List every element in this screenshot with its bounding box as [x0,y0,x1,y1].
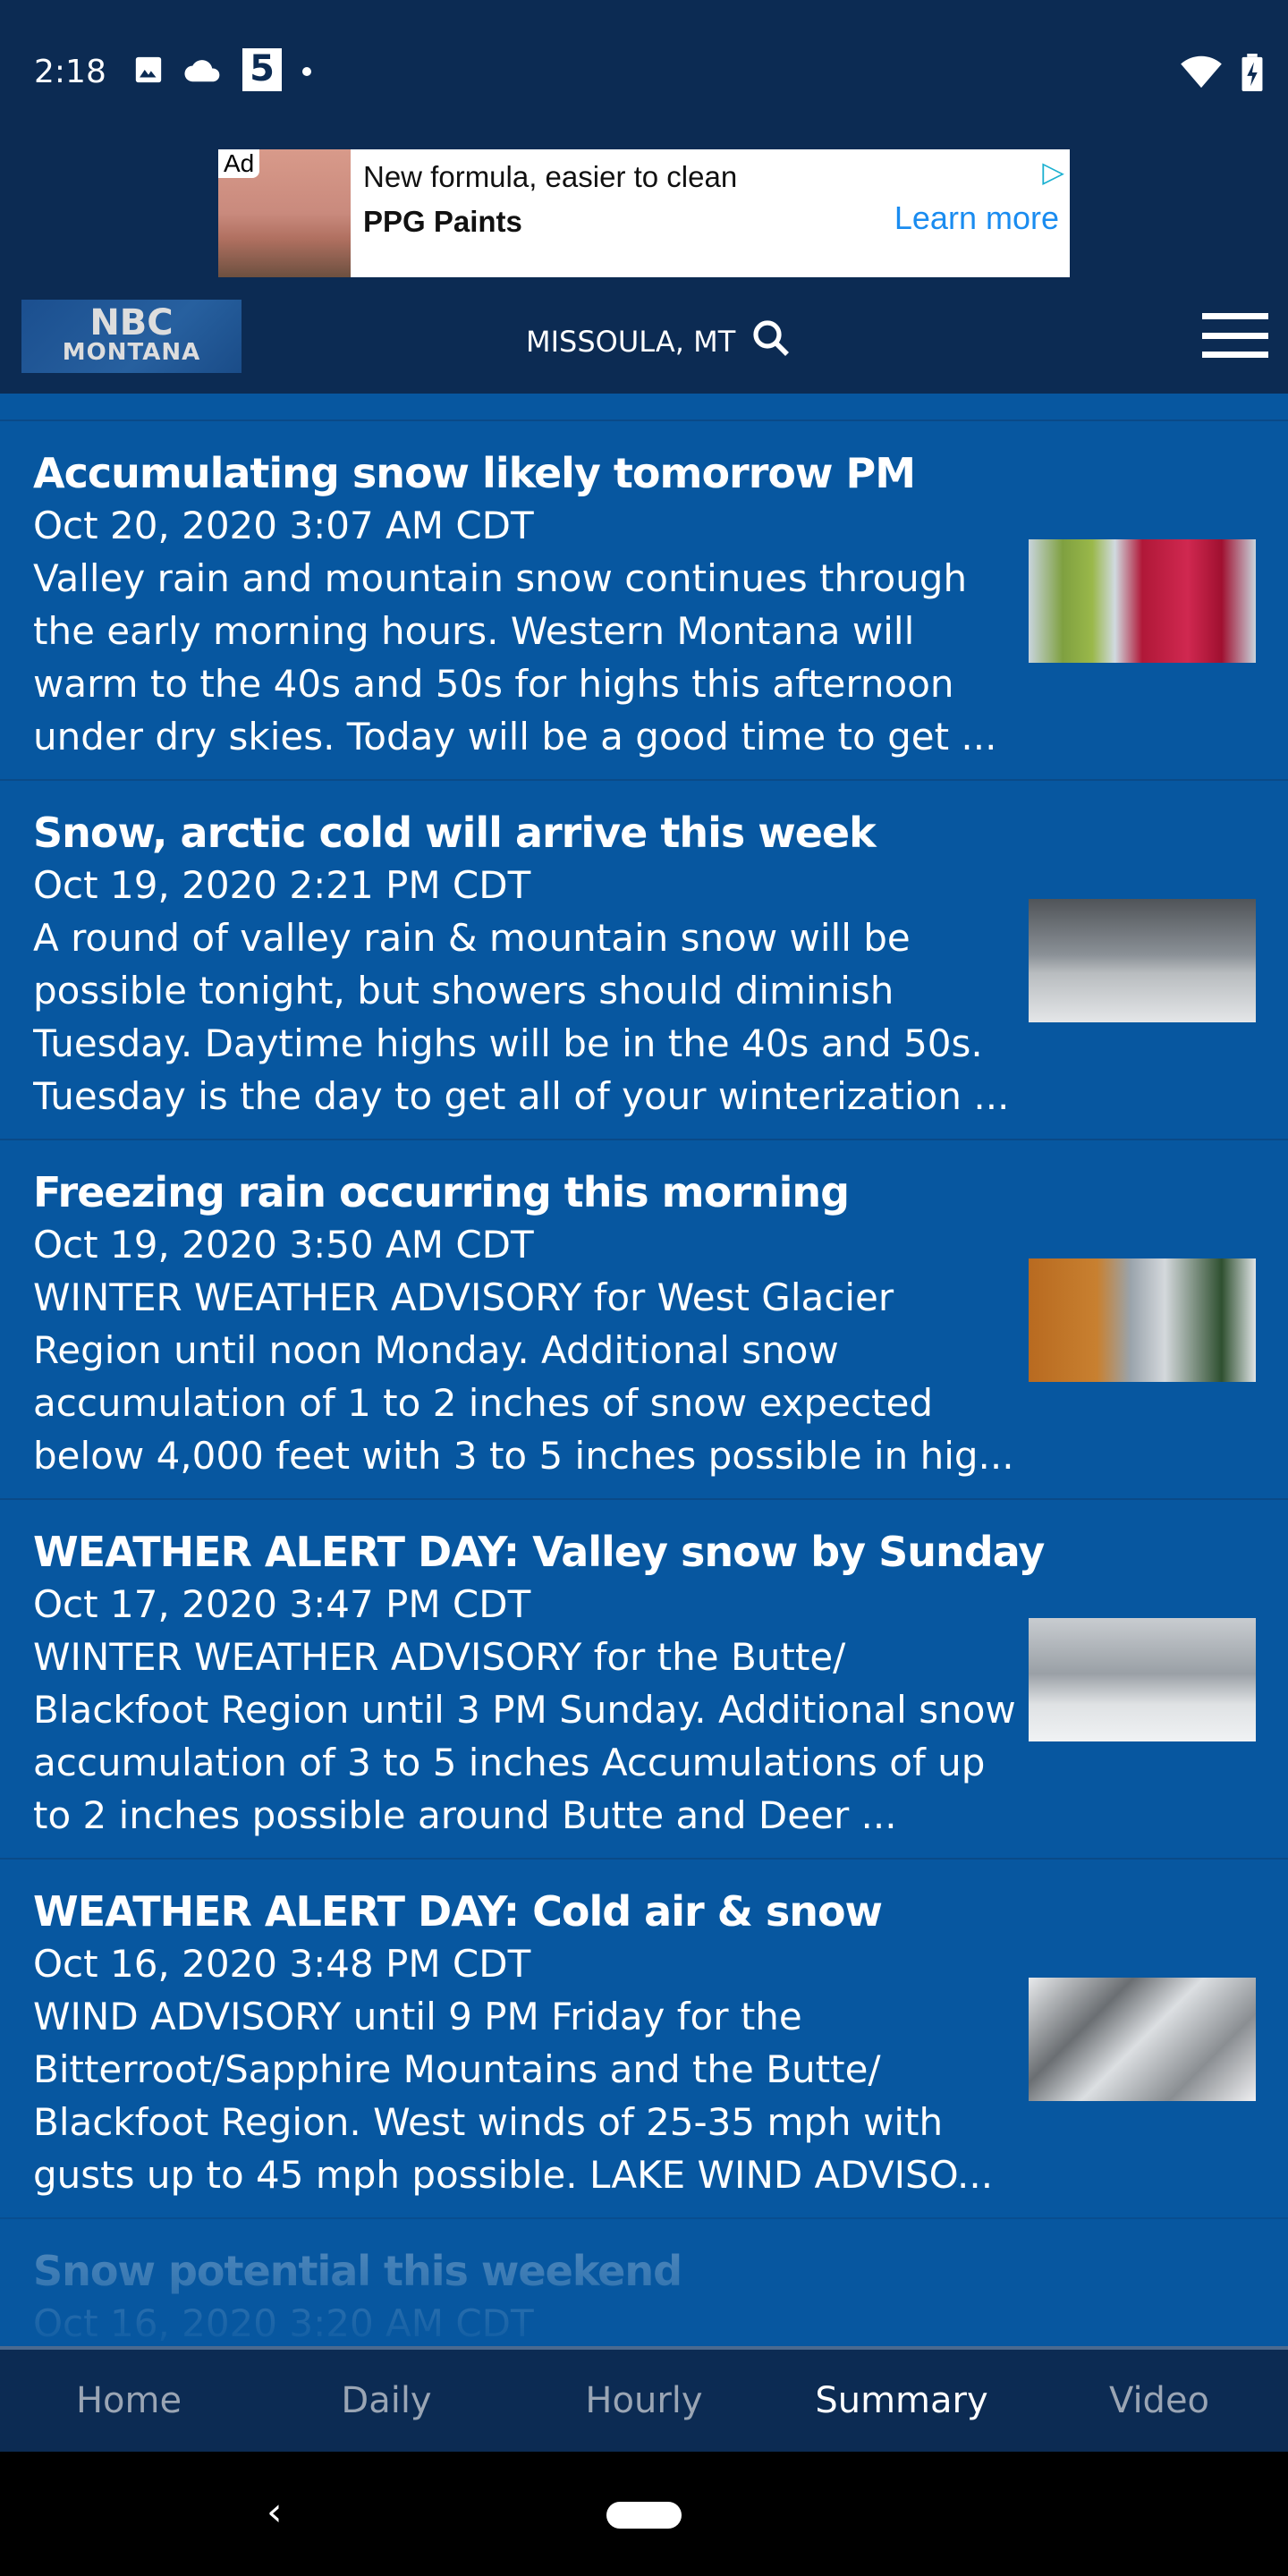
article-title: Accumulating snow likely tomorrow PM [33,449,916,497]
image-icon [133,55,164,89]
article-item[interactable]: Snow, arctic cold will arrive this week … [0,781,1288,1140]
article-title: Freezing rain occurring this morning [33,1168,850,1216]
article-summary: Valley rain and mountain snow continues … [33,556,997,758]
ad-image: Ad [218,149,351,277]
location-selector[interactable]: MISSOULA, MT [526,317,792,367]
ad-learn-more-button[interactable]: Learn more [894,199,1059,237]
app-header: NBC MONTANA MISSOULA, MT [0,295,1288,385]
article-list[interactable]: Accumulating snow likely tomorrow PM Oct… [0,394,1288,2346]
article-title: Snow, arctic cold will arrive this week [33,809,877,857]
article-thumbnail [1029,1618,1256,1741]
location-label: MISSOULA, MT [526,325,736,359]
article-thumbnail [1029,1258,1256,1382]
article-item[interactable]: Accumulating snow likely tomorrow PM Oct… [0,421,1288,781]
logo-line1: NBC [89,302,174,343]
scroll-fade [0,2212,1288,2346]
logo-line2: MONTANA [62,339,201,366]
article-summary: WIND ADVISORY until 9 PM Friday for the … [33,1995,994,2197]
article-date: Oct 20, 2020 3:07 AM CDT [33,504,534,547]
article-item[interactable]: WEATHER ALERT DAY: Valley snow by Sunday… [0,1500,1288,1860]
home-pill[interactable] [606,2502,682,2529]
article-thumbnail [1029,539,1256,663]
nbc-montana-logo[interactable]: NBC MONTANA [21,300,242,373]
tab-video[interactable]: Video [1030,2380,1288,2421]
article-date: Oct 17, 2020 3:47 PM CDT [33,1582,531,1626]
battery-charging-icon [1241,54,1263,95]
article-title: WEATHER ALERT DAY: Cold air & snow [33,1887,883,1936]
bottom-nav: Home Daily Hourly Summary Video [0,2346,1288,2452]
first-alert-5-icon: 5 [242,48,282,95]
system-nav-bar: ‹ [0,2452,1288,2576]
tab-summary[interactable]: Summary [773,2380,1030,2421]
article-item[interactable]: WEATHER ALERT DAY: Cold air & snow Oct 1… [0,1860,1288,2219]
hamburger-menu-icon[interactable] [1202,313,1268,358]
ad-headline: New formula, easier to clean [363,160,738,193]
tab-home[interactable]: Home [0,2380,258,2421]
dot-icon [301,64,312,80]
article-date: Oct 16, 2020 3:48 PM CDT [33,1942,531,1986]
article-thumbnail [1029,1978,1256,2101]
ad-banner[interactable]: Ad New formula, easier to clean PPG Pain… [218,149,1070,277]
list-item-partial [0,394,1288,421]
adchoices-icon[interactable]: ▷ [1042,155,1064,189]
tab-daily[interactable]: Daily [258,2380,515,2421]
clock: 2:18 [34,53,106,90]
search-icon[interactable] [750,317,792,367]
article-item[interactable]: Freezing rain occurring this morning Oct… [0,1140,1288,1500]
article-date: Oct 19, 2020 2:21 PM CDT [33,863,531,907]
article-summary: WINTER WEATHER ADVISORY for West Glacier… [33,1275,1014,1478]
article-date: Oct 19, 2020 3:50 AM CDT [33,1223,534,1267]
article-summary: A round of valley rain & mountain snow w… [33,916,1010,1118]
tab-hourly[interactable]: Hourly [515,2380,773,2421]
back-icon[interactable]: ‹ [267,2489,283,2535]
cloud-icon [183,55,223,89]
svg-text:5: 5 [250,48,275,89]
article-title: WEATHER ALERT DAY: Valley snow by Sunday [33,1528,1045,1576]
article-summary: WINTER WEATHER ADVISORY for the Butte/ B… [33,1635,1016,1837]
article-thumbnail [1029,899,1256,1022]
ad-badge: Ad [218,149,260,178]
wifi-icon [1181,55,1222,93]
status-bar: 2:18 5 [0,0,1288,143]
